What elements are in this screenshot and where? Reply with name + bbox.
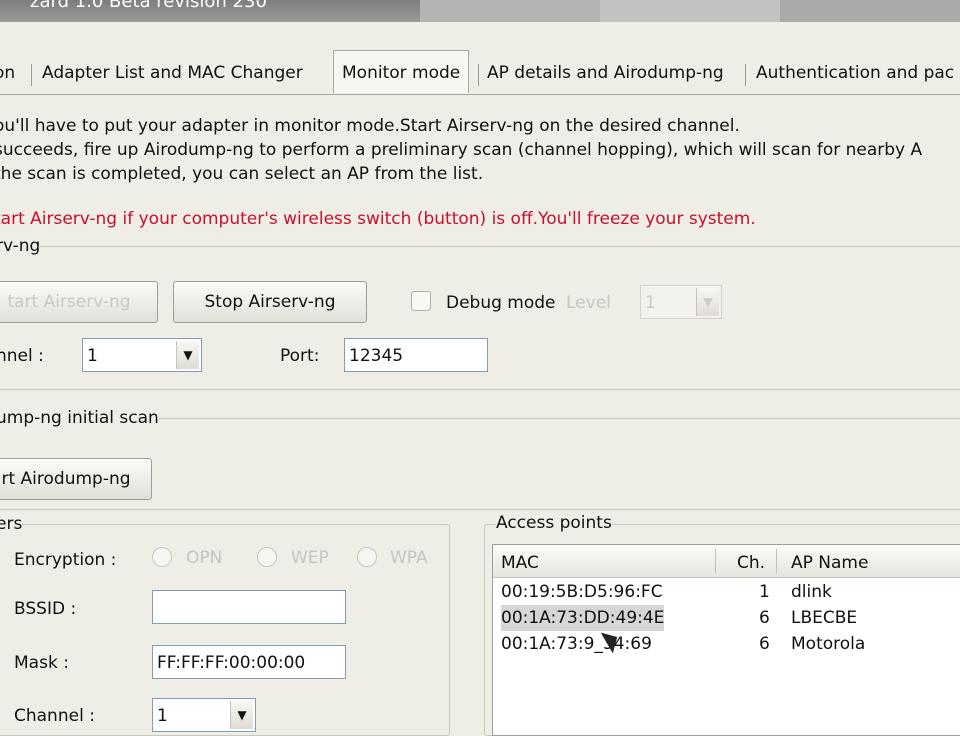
port-input[interactable]: 12345 [344,338,488,372]
encryption-label: Encryption : [14,550,117,570]
level-select[interactable]: 1 ▼ [640,285,722,319]
column-header-channel[interactable]: Ch. [737,545,765,577]
column-divider[interactable] [776,549,777,573]
channel-label: nnel : [0,346,44,366]
cell-channel: 6 [759,608,770,628]
tab-separator [31,64,32,86]
filter-channel-select[interactable]: 1 ▼ [152,698,256,732]
instruction-line-1: ou'll have to put your adapter in monito… [0,116,740,136]
radio-wep-label: WEP [291,548,329,568]
tab-separator [745,64,746,86]
column-divider[interactable] [715,549,716,573]
table-row[interactable]: 00:1A:73:9_34:69 6 Motorola [497,631,960,657]
title-bar-region [600,0,780,22]
mask-label: Mask : [14,653,69,673]
stop-airserv-button[interactable]: Stop Airserv-ng [173,281,367,323]
cell-mac: 00:1A:73:9_34:69 [501,634,652,654]
cell-ap-name: LBECBE [791,608,858,628]
radio-wpa[interactable] [357,547,377,567]
list-header: MAC Ch. AP Name [493,545,960,578]
radio-opn[interactable] [152,547,172,567]
cell-mac: 00:1A:73:DD:49:4E [501,605,665,631]
tab-monitor-mode[interactable]: Monitor mode [333,50,470,93]
title-bar-region [780,0,960,22]
start-airserv-button[interactable]: tart Airserv-ng [0,281,158,323]
mask-input[interactable]: FF:FF:FF:00:00:00 [152,645,346,679]
airodump-group-label: ump-ng initial scan [0,408,159,428]
tab-strip: on Adapter List and MAC Changer Monitor … [0,46,960,95]
cell-ap-name: Motorola [791,634,866,654]
window-title: zard 1.0 Beta revision 230 [30,0,267,12]
table-row[interactable]: 00:1A:73:DD:49:4E 6 LBECBE [497,605,960,631]
debug-mode-label: Debug mode [446,293,556,313]
level-value: 1 [645,293,656,313]
airserv-group-label: rv-ng [0,236,41,256]
tab-ap-details[interactable]: AP details and Airodump-ng [487,58,724,92]
radio-wep[interactable] [257,547,277,567]
debug-mode-checkbox[interactable] [411,291,431,311]
table-row[interactable]: 00:19:5B:D5:96:FC 1 dlink [497,579,960,605]
tab-authentication[interactable]: Authentication and pac [756,58,954,92]
radio-wpa-label: WPA [390,548,428,568]
tab-separator [478,64,479,86]
chevron-down-icon: ▼ [176,341,199,369]
instruction-line-3: the scan is completed, you can select an… [0,164,484,184]
cell-ap-name: dlink [791,582,832,602]
filter-channel-label: Channel : [14,706,95,726]
access-points-group-label: Access points [496,513,612,533]
title-bar: zard 1.0 Beta revision 230 [0,0,960,22]
bssid-label: BSSID : [14,599,77,619]
tab-adapter-list[interactable]: Adapter List and MAC Changer [42,58,303,92]
chevron-down-icon: ▼ [230,701,253,729]
bssid-input[interactable] [152,590,346,624]
channel-select[interactable]: 1 ▼ [82,338,202,372]
filter-channel-value: 1 [157,706,168,726]
port-label: Port: [280,346,320,366]
tab-partial-left[interactable]: on [0,58,15,92]
start-airodump-button[interactable]: rt Airodump-ng [0,458,152,500]
instruction-line-2: succeeds, fire up Airodump-ng to perform… [0,140,923,160]
channel-value: 1 [87,346,98,366]
cell-channel: 1 [759,582,770,602]
access-points-list[interactable]: MAC Ch. AP Name 00:19:5B:D5:96:FC 1 dlin… [492,544,960,736]
filters-group-label: ers [0,514,23,534]
chevron-down-icon: ▼ [696,288,719,316]
column-header-mac[interactable]: MAC [501,545,539,577]
column-header-ap-name[interactable]: AP Name [791,545,868,577]
warning-text: tart Airserv-ng if your computer's wirel… [0,209,756,229]
cell-channel: 6 [759,634,770,654]
cell-mac: 00:19:5B:D5:96:FC [501,582,663,602]
title-bar-region [420,0,600,22]
radio-opn-label: OPN [186,548,223,568]
level-label: Level [566,293,611,313]
